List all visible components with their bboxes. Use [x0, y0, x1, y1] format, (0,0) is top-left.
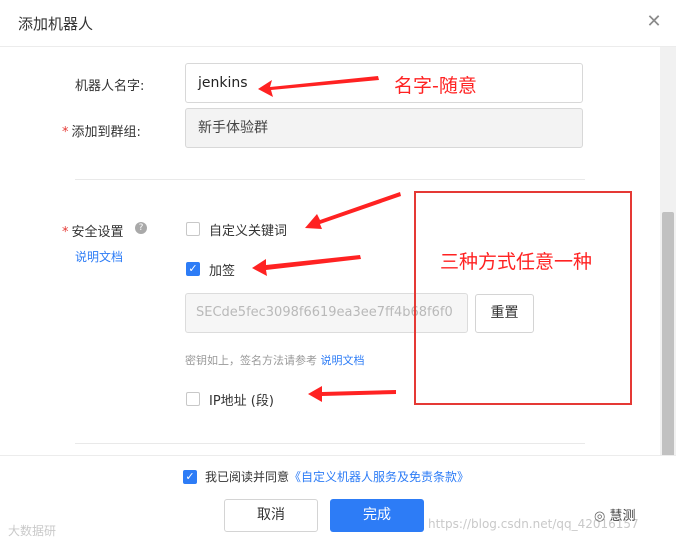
wechat-watermark-text: 慧测: [609, 509, 636, 524]
arrow-shape: [252, 255, 361, 276]
arrow-shape: [305, 192, 401, 229]
wechat-icon: ◎: [594, 509, 610, 524]
annotation-arrows: [252, 76, 401, 402]
arrow-shape: [308, 386, 396, 402]
left-watermark: 大数据研: [8, 524, 57, 538]
wechat-watermark: ◎ 慧测: [594, 505, 636, 524]
arrow-shape: [258, 76, 379, 97]
